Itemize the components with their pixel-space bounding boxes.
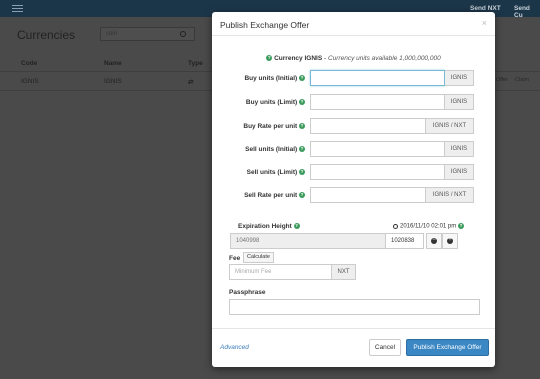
currency-info: ? Currency IGNIS - Currency units availa… bbox=[212, 55, 495, 62]
buy-units-initial-input[interactable] bbox=[310, 70, 445, 86]
cancel-button[interactable]: Cancel bbox=[369, 339, 401, 356]
buy-rate-unit: IGNIS / NXT bbox=[426, 118, 474, 134]
buy-units-limit-label: Buy units (Limit) ? bbox=[245, 99, 305, 106]
publish-exchange-offer-modal: Publish Exchange Offer × ? Currency IGNI… bbox=[212, 12, 495, 367]
buy-units-limit-unit: IGNIS bbox=[445, 94, 474, 110]
calculate-fee-button[interactable]: Calculate bbox=[243, 252, 274, 263]
buy-units-initial-label: Buy units (Initial) ? bbox=[244, 75, 305, 82]
decrement-height-button[interactable]: − bbox=[426, 233, 442, 249]
sell-units-initial-label: Sell units (Initial) ? bbox=[245, 146, 305, 153]
help-icon[interactable]: ? bbox=[293, 223, 300, 230]
currency-code: IGNIS bbox=[304, 55, 323, 62]
buy-rate-input[interactable] bbox=[310, 118, 426, 134]
buy-units-limit-row: Buy units (Limit) ? IGNIS bbox=[212, 94, 495, 111]
column-header-code[interactable]: Code bbox=[21, 60, 37, 67]
buy-units-initial-unit: IGNIS bbox=[445, 70, 474, 86]
search-icon[interactable] bbox=[180, 31, 186, 37]
sell-units-limit-unit: IGNIS bbox=[445, 164, 474, 180]
help-icon[interactable]: ? bbox=[299, 192, 305, 199]
plus-icon: + bbox=[447, 237, 453, 244]
help-icon[interactable]: ? bbox=[299, 99, 305, 106]
expiration-height-input[interactable]: 1040998 bbox=[230, 233, 386, 249]
advanced-link[interactable]: Advanced bbox=[220, 344, 249, 351]
sell-units-limit-label: Sell units (Limit) ? bbox=[246, 169, 305, 176]
column-header-name[interactable]: Name bbox=[104, 60, 122, 67]
passphrase-label: Passphrase bbox=[229, 289, 266, 296]
offer-button[interactable]: Offer bbox=[496, 77, 508, 83]
buy-units-initial-row: Buy units (Initial) ? IGNIS bbox=[212, 70, 495, 87]
help-icon[interactable]: ? bbox=[266, 55, 273, 62]
send-nxt-link[interactable]: Send NXT bbox=[470, 5, 501, 12]
publish-exchange-offer-button[interactable]: Publish Exchange Offer bbox=[406, 339, 489, 356]
sell-rate-unit: IGNIS / NXT bbox=[426, 187, 474, 203]
claim-button[interactable]: Claim bbox=[515, 77, 529, 83]
currency-units-available: Currency units available 1,000,000,000 bbox=[327, 55, 441, 62]
modal-footer: Advanced Cancel Publish Exchange Offer bbox=[212, 328, 495, 367]
passphrase-input[interactable] bbox=[229, 299, 480, 315]
modal-title: Publish Exchange Offer bbox=[220, 20, 310, 30]
clock-icon bbox=[393, 223, 398, 229]
fee-unit: NXT bbox=[331, 264, 356, 280]
expiration-height-value[interactable]: 1020838 bbox=[385, 233, 424, 249]
minus-icon: − bbox=[431, 237, 437, 244]
help-icon[interactable]: ? bbox=[299, 75, 305, 82]
row-code[interactable]: IGNIS bbox=[21, 78, 39, 85]
increment-height-button[interactable]: + bbox=[442, 233, 458, 249]
exchange-icon: ⇄ bbox=[188, 79, 194, 86]
sell-rate-label: Sell Rate per unit ? bbox=[244, 192, 305, 199]
currency-prefix: Currency bbox=[274, 55, 303, 62]
sell-rate-input[interactable] bbox=[310, 187, 426, 203]
sell-units-limit-row: Sell units (Limit) ? IGNIS bbox=[212, 164, 495, 181]
sell-units-initial-row: Sell units (Initial) ? IGNIS bbox=[212, 141, 495, 158]
modal-header: Publish Exchange Offer × bbox=[212, 12, 495, 36]
fee-input[interactable]: Minimum Fee bbox=[229, 264, 332, 280]
column-header-type[interactable]: Type bbox=[188, 60, 203, 67]
sell-units-initial-unit: IGNIS bbox=[445, 141, 474, 157]
row-name: IGNIS bbox=[104, 78, 122, 85]
help-icon[interactable]: ? bbox=[299, 123, 305, 130]
expiration-date: 2016/11/10 02:01 pm ? bbox=[393, 223, 464, 230]
buy-rate-label: Buy Rate per unit ? bbox=[243, 123, 305, 130]
sell-units-initial-input[interactable] bbox=[310, 141, 445, 157]
help-icon[interactable]: ? bbox=[457, 223, 464, 229]
close-icon[interactable]: × bbox=[482, 18, 487, 28]
hamburger-menu-icon[interactable] bbox=[12, 5, 23, 13]
help-icon[interactable]: ? bbox=[299, 169, 305, 176]
page-title: Currencies bbox=[17, 28, 76, 42]
sell-units-limit-input[interactable] bbox=[310, 164, 445, 180]
fee-label: Fee bbox=[229, 255, 241, 262]
buy-units-limit-input[interactable] bbox=[310, 94, 445, 110]
buy-rate-row: Buy Rate per unit ? IGNIS / NXT bbox=[212, 118, 495, 135]
sell-rate-row: Sell Rate per unit ? IGNIS / NXT bbox=[212, 187, 495, 204]
help-icon[interactable]: ? bbox=[299, 146, 305, 153]
expiration-height-label: Expiration Height ? bbox=[238, 223, 300, 230]
